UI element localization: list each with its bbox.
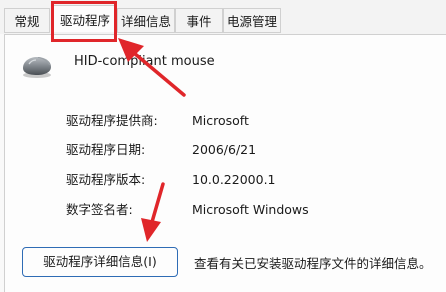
tab-details[interactable]: 详细信息 xyxy=(117,8,175,33)
digital-signer-label: 数字签名者: xyxy=(66,202,133,217)
driver-provider-label: 驱动程序提供商: xyxy=(66,113,158,128)
driver-details-description: 查看有关已安装驱动程序文件的详细信息。 xyxy=(194,256,432,271)
digital-signer-value: Microsoft Windows xyxy=(192,202,309,217)
tab-general[interactable]: 常规 xyxy=(4,8,50,33)
driver-version-label: 驱动程序版本: xyxy=(66,172,146,187)
driver-details-button[interactable]: 驱动程序详细信息(I) xyxy=(22,247,178,277)
driver-version-value: 10.0.22000.1 xyxy=(192,172,276,187)
device-name: HID-compliant mouse xyxy=(74,54,215,69)
tab-driver[interactable]: 驱动程序 xyxy=(53,5,117,32)
tab-events[interactable]: 事件 xyxy=(175,8,223,33)
driver-date-value: 2006/6/21 xyxy=(192,142,257,157)
mouse-icon xyxy=(20,54,54,80)
driver-date-label: 驱动程序日期: xyxy=(66,142,146,157)
tab-power-management[interactable]: 电源管理 xyxy=(223,8,281,33)
driver-provider-value: Microsoft xyxy=(192,113,249,128)
